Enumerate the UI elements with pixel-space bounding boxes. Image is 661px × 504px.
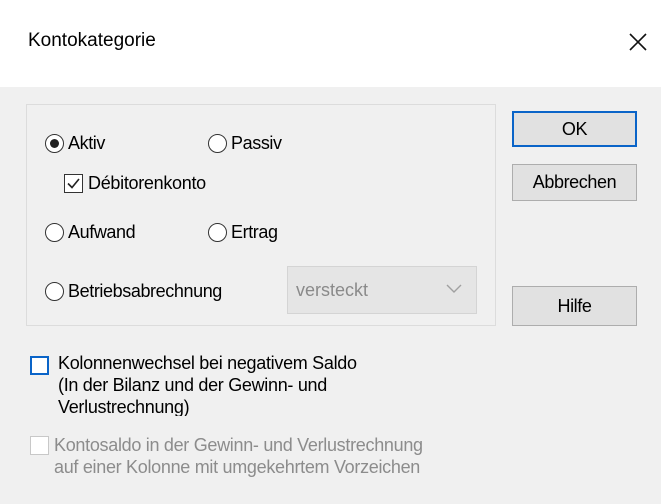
checkmark-icon	[67, 178, 80, 189]
radio-aktiv[interactable]: Aktiv	[45, 133, 105, 154]
radio-aufwand[interactable]: Aufwand	[45, 222, 136, 243]
title-bar: Kontokategorie	[0, 0, 661, 87]
ok-button-label: OK	[561, 118, 588, 139]
radio-aktiv-indicator	[45, 134, 64, 153]
betriebsabrechnung-select[interactable]: versteckt	[287, 266, 477, 314]
debitorenkonto-checkbox-box	[64, 174, 83, 193]
kontosaldo-checkbox[interactable]: Kontosaldo in der Gewinn- und Verlustrec…	[30, 434, 423, 478]
kontosaldo-label: Kontosaldo in der Gewinn- und Verlustrec…	[54, 434, 423, 478]
kolonnenwechsel-line-2: (In der Bilanz und der Gewinn- und	[58, 375, 327, 395]
debitorenkonto-label: Débitorenkonto	[88, 173, 206, 193]
debitorenkonto-checkbox[interactable]: Débitorenkonto	[64, 172, 206, 194]
kolonnenwechsel-checkbox[interactable]	[30, 354, 54, 375]
radio-passiv-label: Passiv	[231, 133, 282, 153]
kolonnenwechsel-checkbox-box	[30, 356, 49, 375]
radio-ertrag[interactable]: Ertrag	[208, 222, 278, 243]
dialog-title: Kontokategorie	[28, 30, 156, 51]
kolonnenwechsel-line-3: Verlustrechnung)	[58, 397, 190, 416]
betriebsabrechnung-select-value: versteckt	[296, 279, 369, 300]
kontosaldo-checkbox-box	[30, 436, 49, 455]
cancel-button-label: Abbrechen	[532, 172, 617, 192]
kolonnenwechsel-line-1: Kolonnenwechsel bei negativem Saldo	[58, 353, 357, 373]
radio-aktiv-label: Aktiv	[68, 133, 106, 153]
close-button[interactable]	[618, 22, 658, 62]
kolonnenwechsel-label: Kolonnenwechsel bei negativem Saldo (In …	[58, 352, 498, 416]
radio-aufwand-label: Aufwand	[68, 222, 136, 242]
radio-betriebsabrechnung-label: Betriebsabrechnung	[68, 281, 222, 301]
help-button-label: Hilfe	[557, 295, 592, 316]
chevron-down-icon	[446, 284, 462, 293]
cancel-button[interactable]: Abbrechen	[512, 164, 637, 201]
radio-ertrag-label: Ertrag	[231, 222, 278, 242]
radio-betriebsabrechnung[interactable]: Betriebsabrechnung	[45, 281, 222, 302]
radio-ertrag-indicator	[208, 223, 227, 242]
kontosaldo-line-1: Kontosaldo in der Gewinn- und Verlustrec…	[54, 435, 423, 455]
kontosaldo-line-2: auf einer Kolonne mit umgekehrtem Vorzei…	[54, 457, 421, 477]
radio-passiv[interactable]: Passiv	[208, 133, 282, 154]
close-icon	[629, 33, 647, 51]
ok-button[interactable]: OK	[512, 111, 637, 147]
help-button[interactable]: Hilfe	[512, 286, 637, 326]
radio-betriebsabrechnung-indicator	[45, 282, 64, 301]
radio-aufwand-indicator	[45, 223, 64, 242]
radio-passiv-indicator	[208, 134, 227, 153]
